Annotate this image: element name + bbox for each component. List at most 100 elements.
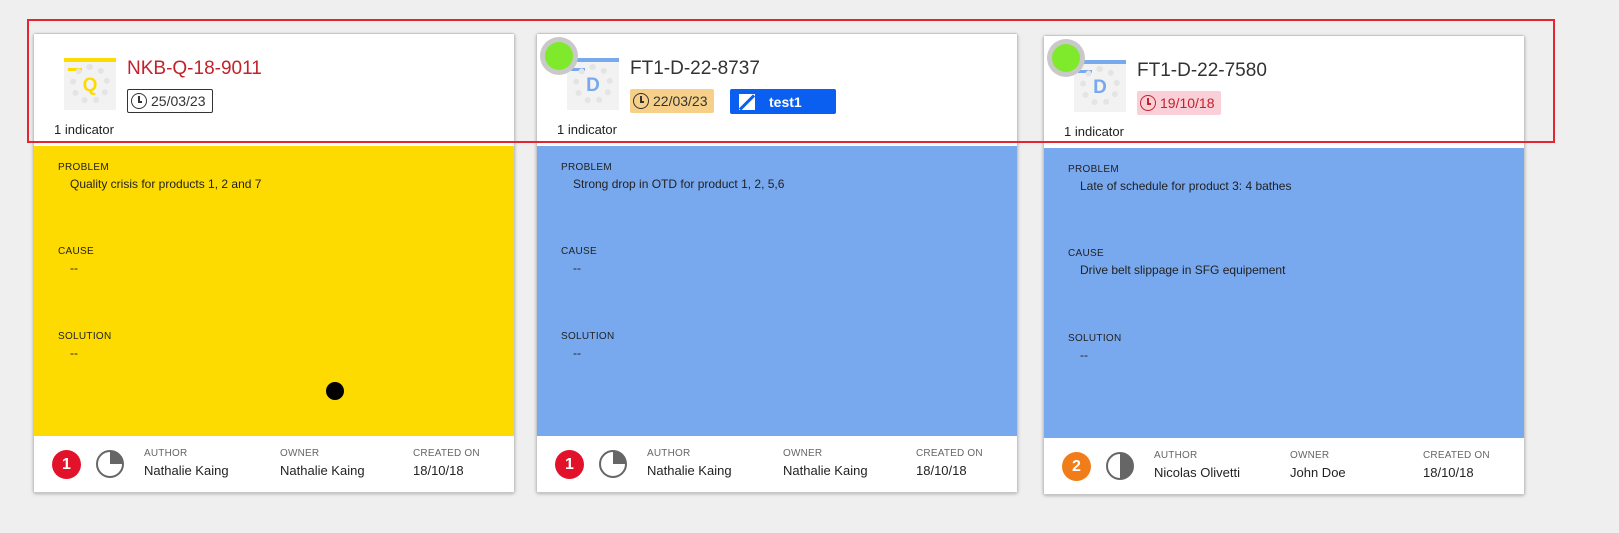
thumbnail-letter: D xyxy=(586,75,600,96)
card-thumbnail: D xyxy=(1074,60,1126,112)
cause-text: -- xyxy=(573,261,581,275)
tag-badge[interactable]: test1 xyxy=(730,89,836,114)
problem-section: PROBLEM Late of schedule for product 3: … xyxy=(1068,164,1291,193)
author-name: Nicolas Olivetti xyxy=(1154,465,1240,480)
author-label: AUTHOR xyxy=(1154,450,1198,461)
indicator-count: 1 indicator xyxy=(557,122,617,137)
solution-section: SOLUTION -- xyxy=(58,331,112,360)
cause-section: CAUSE -- xyxy=(561,246,597,275)
card-body: PROBLEM Quality crisis for products 1, 2… xyxy=(34,146,514,436)
due-date-badge: 25/03/23 xyxy=(127,89,213,113)
cause-text: Drive belt slippage in SFG equipement xyxy=(1080,263,1286,277)
due-date-badge: 19/10/18 xyxy=(1137,91,1221,115)
solution-label: SOLUTION xyxy=(561,331,615,342)
cause-section: CAUSE -- xyxy=(58,246,94,275)
tag-logo-icon xyxy=(739,93,755,110)
owner-name: Nathalie Kaing xyxy=(783,463,868,478)
card-header: Q 1 indicator NKB-Q-18-9011 25/03/23 xyxy=(34,34,514,146)
clock-icon xyxy=(1140,95,1156,111)
author-name: Nathalie Kaing xyxy=(647,463,732,478)
owner-label: OWNER xyxy=(783,448,823,459)
solution-section: SOLUTION -- xyxy=(561,331,615,360)
card-nkb-q-18-9011[interactable]: Q 1 indicator NKB-Q-18-9011 25/03/23 PRO… xyxy=(33,33,515,493)
due-date: 22/03/23 xyxy=(653,93,708,109)
card-footer: 1 AUTHOR Nathalie Kaing OWNER Nathalie K… xyxy=(34,436,514,492)
created-date: 18/10/18 xyxy=(1423,465,1474,480)
due-date: 19/10/18 xyxy=(1160,95,1215,111)
solution-label: SOLUTION xyxy=(1068,333,1122,344)
count-badge[interactable]: 1 xyxy=(52,450,81,479)
card-footer: 2 AUTHOR Nicolas Olivetti OWNER John Doe… xyxy=(1044,438,1524,494)
card-footer: 1 AUTHOR Nathalie Kaing OWNER Nathalie K… xyxy=(537,436,1017,492)
problem-text: Strong drop in OTD for product 1, 2, 5,6 xyxy=(573,177,785,191)
clock-icon xyxy=(633,93,649,109)
solution-section: SOLUTION -- xyxy=(1068,333,1122,362)
cause-label: CAUSE xyxy=(1068,248,1104,259)
problem-label: PROBLEM xyxy=(1068,164,1120,175)
owner-name: Nathalie Kaing xyxy=(280,463,365,478)
card-title[interactable]: NKB-Q-18-9011 xyxy=(127,58,262,80)
problem-section: PROBLEM Quality crisis for products 1, 2… xyxy=(58,162,261,191)
problem-label: PROBLEM xyxy=(58,162,110,173)
progress-pie-icon xyxy=(599,450,627,478)
problem-text: Quality crisis for products 1, 2 and 7 xyxy=(70,177,262,191)
card-title[interactable]: FT1-D-22-7580 xyxy=(1137,60,1267,82)
created-block: CREATED ON 18/10/18 xyxy=(916,448,983,478)
cursor-dot xyxy=(326,382,344,400)
created-label: CREATED ON xyxy=(413,448,480,459)
due-date: 25/03/23 xyxy=(151,93,206,109)
author-block: AUTHOR Nathalie Kaing xyxy=(647,448,732,478)
count-badge[interactable]: 2 xyxy=(1062,452,1091,481)
cause-label: CAUSE xyxy=(561,246,597,257)
owner-block: OWNER Nathalie Kaing xyxy=(783,448,868,478)
author-label: AUTHOR xyxy=(144,448,188,459)
cause-text: -- xyxy=(70,261,78,275)
card-header: D 1 indicator FT1-D-22-7580 19/10/18 xyxy=(1044,36,1524,148)
problem-section: PROBLEM Strong drop in OTD for product 1… xyxy=(561,162,784,191)
owner-name: John Doe xyxy=(1290,465,1346,480)
solution-label: SOLUTION xyxy=(58,331,112,342)
author-block: AUTHOR Nicolas Olivetti xyxy=(1154,450,1240,480)
problem-label: PROBLEM xyxy=(561,162,613,173)
created-label: CREATED ON xyxy=(916,448,983,459)
cause-section: CAUSE Drive belt slippage in SFG equipem… xyxy=(1068,248,1285,277)
thumbnail-accent-bar xyxy=(1074,60,1126,64)
indicator-count: 1 indicator xyxy=(54,122,114,137)
author-block: AUTHOR Nathalie Kaing xyxy=(144,448,229,478)
card-ft1-d-22-7580[interactable]: D 1 indicator FT1-D-22-7580 19/10/18 PRO… xyxy=(1043,35,1525,495)
card-thumbnail: Q xyxy=(64,58,116,110)
cause-label: CAUSE xyxy=(58,246,94,257)
card-body: PROBLEM Late of schedule for product 3: … xyxy=(1044,148,1524,438)
status-indicator-dot xyxy=(1052,44,1080,72)
solution-text: -- xyxy=(1080,348,1088,362)
solution-text: -- xyxy=(70,346,78,360)
created-label: CREATED ON xyxy=(1423,450,1490,461)
due-date-badge: 22/03/23 xyxy=(630,89,714,113)
created-block: CREATED ON 18/10/18 xyxy=(1423,450,1490,480)
created-date: 18/10/18 xyxy=(413,463,464,478)
card-thumbnail: D xyxy=(567,58,619,110)
owner-block: OWNER John Doe xyxy=(1290,450,1346,480)
created-block: CREATED ON 18/10/18 xyxy=(413,448,480,478)
card-ft1-d-22-8737[interactable]: D 1 indicator FT1-D-22-8737 22/03/23 tes… xyxy=(536,33,1018,493)
solution-text: -- xyxy=(573,346,581,360)
tag-label: test1 xyxy=(769,93,802,110)
card-title[interactable]: FT1-D-22-8737 xyxy=(630,58,760,80)
thumbnail-accent-bar xyxy=(567,58,619,62)
count-badge[interactable]: 1 xyxy=(555,450,584,479)
owner-block: OWNER Nathalie Kaing xyxy=(280,448,365,478)
thumbnail-accent-bar xyxy=(64,58,116,62)
problem-text: Late of schedule for product 3: 4 bathes xyxy=(1080,179,1292,193)
progress-pie-icon xyxy=(1106,452,1134,480)
indicator-count: 1 indicator xyxy=(1064,124,1124,139)
author-label: AUTHOR xyxy=(647,448,691,459)
thumbnail-letter: D xyxy=(1093,77,1107,98)
clock-icon xyxy=(131,93,147,109)
thumbnail-letter: Q xyxy=(82,75,98,96)
author-name: Nathalie Kaing xyxy=(144,463,229,478)
owner-label: OWNER xyxy=(1290,450,1330,461)
card-header: D 1 indicator FT1-D-22-8737 22/03/23 tes… xyxy=(537,34,1017,146)
card-body: PROBLEM Strong drop in OTD for product 1… xyxy=(537,146,1017,436)
progress-pie-icon xyxy=(96,450,124,478)
created-date: 18/10/18 xyxy=(916,463,967,478)
